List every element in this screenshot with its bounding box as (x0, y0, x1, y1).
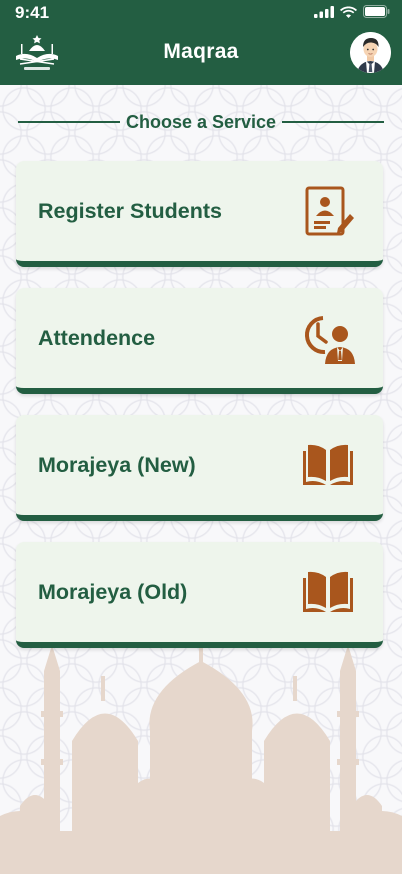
services-screen: Choose a Service Register Students Atten… (0, 85, 402, 874)
status-icons (314, 5, 390, 18)
attendance-card[interactable]: Attendence (16, 288, 383, 394)
open-book-icon (303, 571, 353, 612)
battery-icon (363, 5, 390, 18)
register-students-card[interactable]: Register Students (16, 161, 383, 267)
attendance-clock-person-icon (305, 316, 355, 364)
mosque-silhouette-icon (0, 643, 402, 874)
card-label: Morajeya (New) (38, 452, 196, 477)
app-title: Maqraa (163, 40, 239, 63)
profile-avatar[interactable] (350, 32, 391, 73)
left-divider (18, 121, 120, 123)
section-title: Choose a Service (18, 111, 385, 133)
right-divider (282, 121, 385, 123)
morajeya-new-card[interactable]: Morajeya (New) (16, 415, 383, 521)
status-time: 9:41 (15, 3, 50, 22)
status-bar: 9:41 (0, 0, 402, 26)
section-title-text: Choose a Service (125, 111, 277, 132)
open-book-icon (303, 444, 353, 485)
card-label: Register Students (38, 198, 222, 223)
card-label: Morajeya (Old) (38, 579, 188, 604)
morajeya-old-card[interactable]: Morajeya (Old) (16, 542, 383, 648)
app-header: 9:41 Maqraa (0, 0, 402, 85)
signal-icon (314, 5, 334, 18)
wifi-icon (340, 6, 357, 18)
register-document-icon (305, 186, 354, 236)
user-avatar-icon (350, 32, 391, 73)
card-label: Attendence (38, 325, 156, 350)
